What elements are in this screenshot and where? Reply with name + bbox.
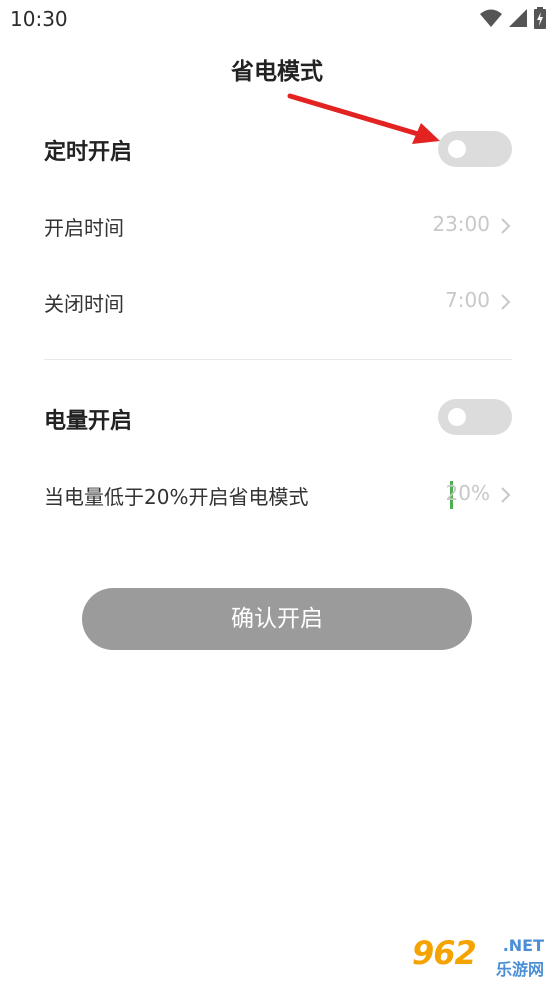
end-time-value[interactable]: 7:00 <box>445 288 490 312</box>
status-icons <box>480 6 546 30</box>
battery-section-title: 电量开启 <box>44 409 133 434</box>
wifi-icon <box>480 9 502 27</box>
battery-threshold-label: 当电量低于20%开启省电模式 <box>44 485 309 509</box>
start-time-label: 开启时间 <box>44 216 124 240</box>
watermark-number: 962 <box>412 934 477 972</box>
status-time: 10:30 <box>10 7 68 31</box>
toggle-knob <box>448 140 466 158</box>
end-time-label: 关闭时间 <box>44 292 124 316</box>
watermark-logo: 962 .NET 乐游网 <box>410 934 546 979</box>
battery-toggle[interactable] <box>438 399 512 435</box>
toggle-knob <box>448 408 466 426</box>
power-saving-screen: 10:30 省电模式 定时开启 开启时间 23:00 关闭时间 7:00 电量开… <box>0 0 554 984</box>
confirm-enable-button[interactable]: 确认开启 <box>82 588 472 650</box>
status-bar: 10:30 <box>0 0 554 36</box>
start-time-value[interactable]: 23:00 <box>432 212 490 236</box>
chevron-right-icon[interactable] <box>500 486 512 504</box>
timed-toggle[interactable] <box>438 131 512 167</box>
watermark-suffix: .NET <box>502 936 544 955</box>
battery-threshold-value[interactable]: 20% <box>446 481 490 505</box>
section-divider <box>44 359 512 360</box>
chevron-right-icon[interactable] <box>500 217 512 235</box>
signal-icon <box>509 9 527 27</box>
watermark-site: 乐游网 <box>495 960 544 979</box>
chevron-right-icon[interactable] <box>500 293 512 311</box>
page-title: 省电模式 <box>231 59 323 85</box>
timed-section-title: 定时开启 <box>44 140 133 165</box>
battery-charging-icon <box>534 7 546 29</box>
